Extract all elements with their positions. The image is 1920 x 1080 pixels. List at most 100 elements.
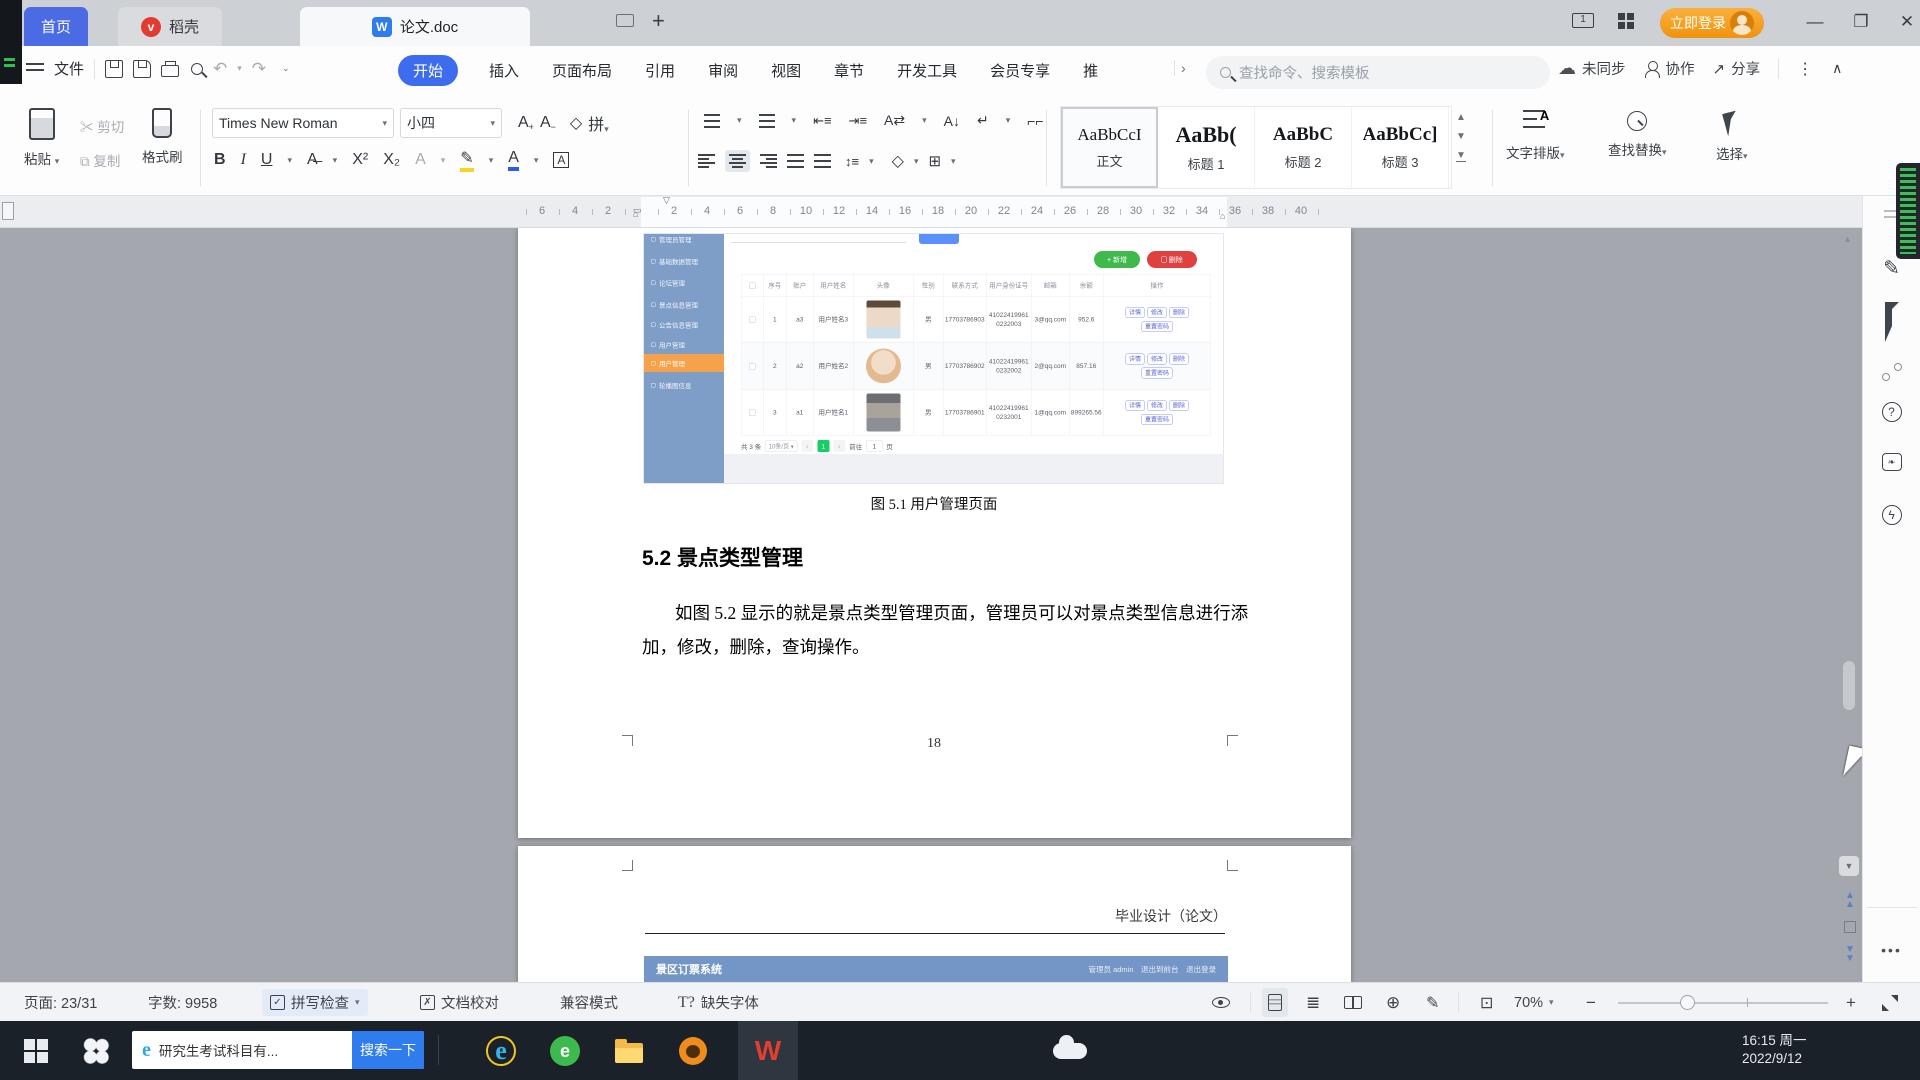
gallery-more-icon[interactable]: ▼: [1456, 150, 1466, 162]
zoom-level[interactable]: 70%▾: [1514, 983, 1554, 1022]
align-right-icon[interactable]: [760, 154, 777, 168]
admin-sidebar-item-用户管理[interactable]: 用户管理: [644, 354, 724, 372]
pinwheel-app-button[interactable]: [74, 1021, 118, 1080]
web-view-icon[interactable]: ⊕: [1386, 983, 1400, 1022]
taskbar-clock[interactable]: 16:15 周一 2022/9/12: [1742, 1032, 1852, 1068]
bold-button[interactable]: B: [214, 151, 226, 169]
minimize-button[interactable]: —: [1802, 12, 1828, 32]
strikethrough-button[interactable]: A̶: [307, 151, 318, 169]
action-详情-button[interactable]: 详情: [1125, 400, 1144, 411]
ribbon-tab-会员专享[interactable]: 会员专享: [988, 55, 1052, 86]
page-1[interactable]: 管理员管理基础数据管理论坛管理景点信息管理公告信息管理用户管理用户管理轮播图信息…: [518, 228, 1351, 838]
style-标题 3[interactable]: AaBbCc]标题 3: [1352, 107, 1449, 188]
textdir-caret-icon[interactable]: ▾: [922, 115, 927, 126]
handwrite-icon[interactable]: ✎: [1426, 983, 1439, 1022]
copy-button[interactable]: ⧉ 复制: [80, 150, 124, 170]
restore-button[interactable]: ❐: [1848, 12, 1874, 32]
undo-caret-icon[interactable]: ▾: [237, 63, 242, 74]
pinyin-guide-icon[interactable]: 拼▾: [588, 111, 609, 135]
admin-delete-button[interactable]: 删除: [1147, 251, 1197, 268]
undo-icon[interactable]: ↶: [213, 59, 227, 79]
scroll-down-icon[interactable]: ▼: [1839, 856, 1859, 876]
borders-icon[interactable]: ⊞: [928, 152, 941, 170]
decrease-indent-icon[interactable]: ⇤≡: [813, 113, 831, 129]
action-删除-button[interactable]: 删除: [1170, 307, 1189, 318]
first-line-indent-marker[interactable]: ▽: [663, 195, 670, 206]
clear-format-icon[interactable]: ◇: [570, 113, 582, 133]
next-page-button[interactable]: ›: [833, 440, 845, 452]
highlight-button[interactable]: ✎: [460, 148, 473, 172]
sync-status-button[interactable]: ☁未同步: [1558, 58, 1626, 79]
style-正文[interactable]: AaBbCcI正文: [1061, 107, 1158, 188]
save-as-icon[interactable]: [133, 60, 151, 78]
cast-icon[interactable]: [616, 14, 634, 27]
wps-taskbar-button[interactable]: W: [738, 1021, 798, 1080]
action-详情-button[interactable]: 详情: [1125, 353, 1144, 364]
zoom-in-button[interactable]: +: [1846, 983, 1856, 1022]
admin-sidebar-item-基础数据管理[interactable]: 基础数据管理: [644, 252, 724, 270]
admin-sidebar-item-管理员管理[interactable]: 管理员管理: [644, 233, 724, 248]
bullet-caret-icon[interactable]: ▾: [737, 115, 742, 126]
scroll-up-icon[interactable]: ▲: [1843, 234, 1852, 244]
subscript-button[interactable]: X₂: [383, 151, 400, 169]
browser-360-button[interactable]: e: [542, 1021, 588, 1080]
missing-fonts-button[interactable]: T?缺失字体: [678, 983, 759, 1022]
page-view-icon[interactable]: [1262, 988, 1288, 1017]
collapse-ribbon-icon[interactable]: ∧: [1832, 60, 1842, 77]
borders-caret-icon[interactable]: ▾: [951, 156, 956, 167]
zoom-out-button[interactable]: −: [1586, 983, 1596, 1022]
wrap-marks-icon[interactable]: ↵: [977, 112, 989, 129]
sort-icon[interactable]: A↓: [944, 113, 960, 129]
line-spacing-icon[interactable]: ↕≡: [845, 154, 859, 169]
font-name-select[interactable]: Times New Roman▾: [212, 108, 394, 138]
tab-daoke[interactable]: v 稻壳: [118, 7, 222, 46]
select-browse-object-button[interactable]: [1844, 921, 1856, 933]
search-go-button[interactable]: 搜索一下: [352, 1031, 424, 1069]
distribute-icon[interactable]: [814, 154, 831, 168]
shading-icon[interactable]: ◇: [892, 151, 904, 171]
bullet-list-icon[interactable]: [704, 114, 720, 128]
admin-sidebar-item-轮播图信息[interactable]: 轮播图信息: [644, 376, 724, 394]
spellcheck-toggle[interactable]: ✓拼写检查▾: [262, 989, 368, 1016]
ribbon-tab-推[interactable]: 推: [1081, 55, 1099, 86]
number-caret-icon[interactable]: ▾: [792, 115, 797, 126]
tabs-ruler-icon[interactable]: ⌐⌐: [1027, 113, 1043, 129]
zoom-slider-thumb[interactable]: [1680, 995, 1695, 1010]
new-tab-button[interactable]: +: [652, 8, 665, 34]
action-reset-password-button[interactable]: 重置密码: [1141, 321, 1172, 332]
share-button[interactable]: ↗分享: [1713, 58, 1761, 79]
app-grid-icon[interactable]: [1618, 13, 1634, 29]
next-page-button[interactable]: ▼▼: [1840, 945, 1860, 963]
document-canvas[interactable]: 管理员管理基础数据管理论坛管理景点信息管理公告信息管理用户管理用户管理轮播图信息…: [0, 228, 1862, 982]
ie-browser-button[interactable]: e: [478, 1021, 524, 1080]
tab-document[interactable]: W 论文.doc: [300, 7, 530, 46]
action-reset-password-button[interactable]: 重置密码: [1141, 414, 1172, 425]
superscript-button[interactable]: X²: [352, 151, 368, 169]
more-tools-icon[interactable]: •••: [1881, 942, 1902, 958]
font-color-button[interactable]: A: [508, 149, 519, 171]
action-reset-password-button[interactable]: 重置密码: [1141, 368, 1172, 379]
ribbon-tab-页面布局[interactable]: 页面布局: [550, 55, 614, 86]
file-explorer-button[interactable]: [606, 1021, 652, 1080]
ribbon-tab-审阅[interactable]: 审阅: [706, 55, 740, 86]
ribbon-overflow-icon[interactable]: ›: [1174, 60, 1186, 76]
select-tool-button[interactable]: 选择▾: [1716, 108, 1748, 163]
admin-sidebar-item-景点信息管理[interactable]: 景点信息管理: [644, 296, 724, 314]
strike-caret-icon[interactable]: ▾: [333, 155, 338, 166]
admin-search-button[interactable]: [919, 233, 959, 244]
increase-indent-icon[interactable]: ⇥≡: [849, 113, 867, 129]
action-删除-button[interactable]: 删除: [1170, 400, 1189, 411]
skin-pack-icon[interactable]: ❧: [1882, 453, 1902, 471]
format-painter-button[interactable]: 格式刷: [142, 108, 183, 166]
cut-button[interactable]: ✂ 剪切: [80, 116, 124, 136]
decrease-font-icon[interactable]: A−: [540, 114, 556, 132]
font-color-caret-icon[interactable]: ▾: [534, 155, 539, 166]
previous-page-button[interactable]: ▲▲: [1840, 891, 1860, 909]
current-page[interactable]: 1: [817, 440, 829, 452]
justify-icon[interactable]: [787, 154, 804, 168]
underline-button[interactable]: U: [261, 151, 273, 169]
collab-button[interactable]: 协作: [1644, 58, 1695, 79]
page-indicator[interactable]: 页面: 23/31: [24, 983, 97, 1022]
admin-sidebar-item-用户管理[interactable]: 用户管理: [644, 336, 724, 354]
horizontal-ruler[interactable]: ▽ ⌂▭ ⌂ 642246810121416182022242628303234…: [0, 196, 1862, 228]
